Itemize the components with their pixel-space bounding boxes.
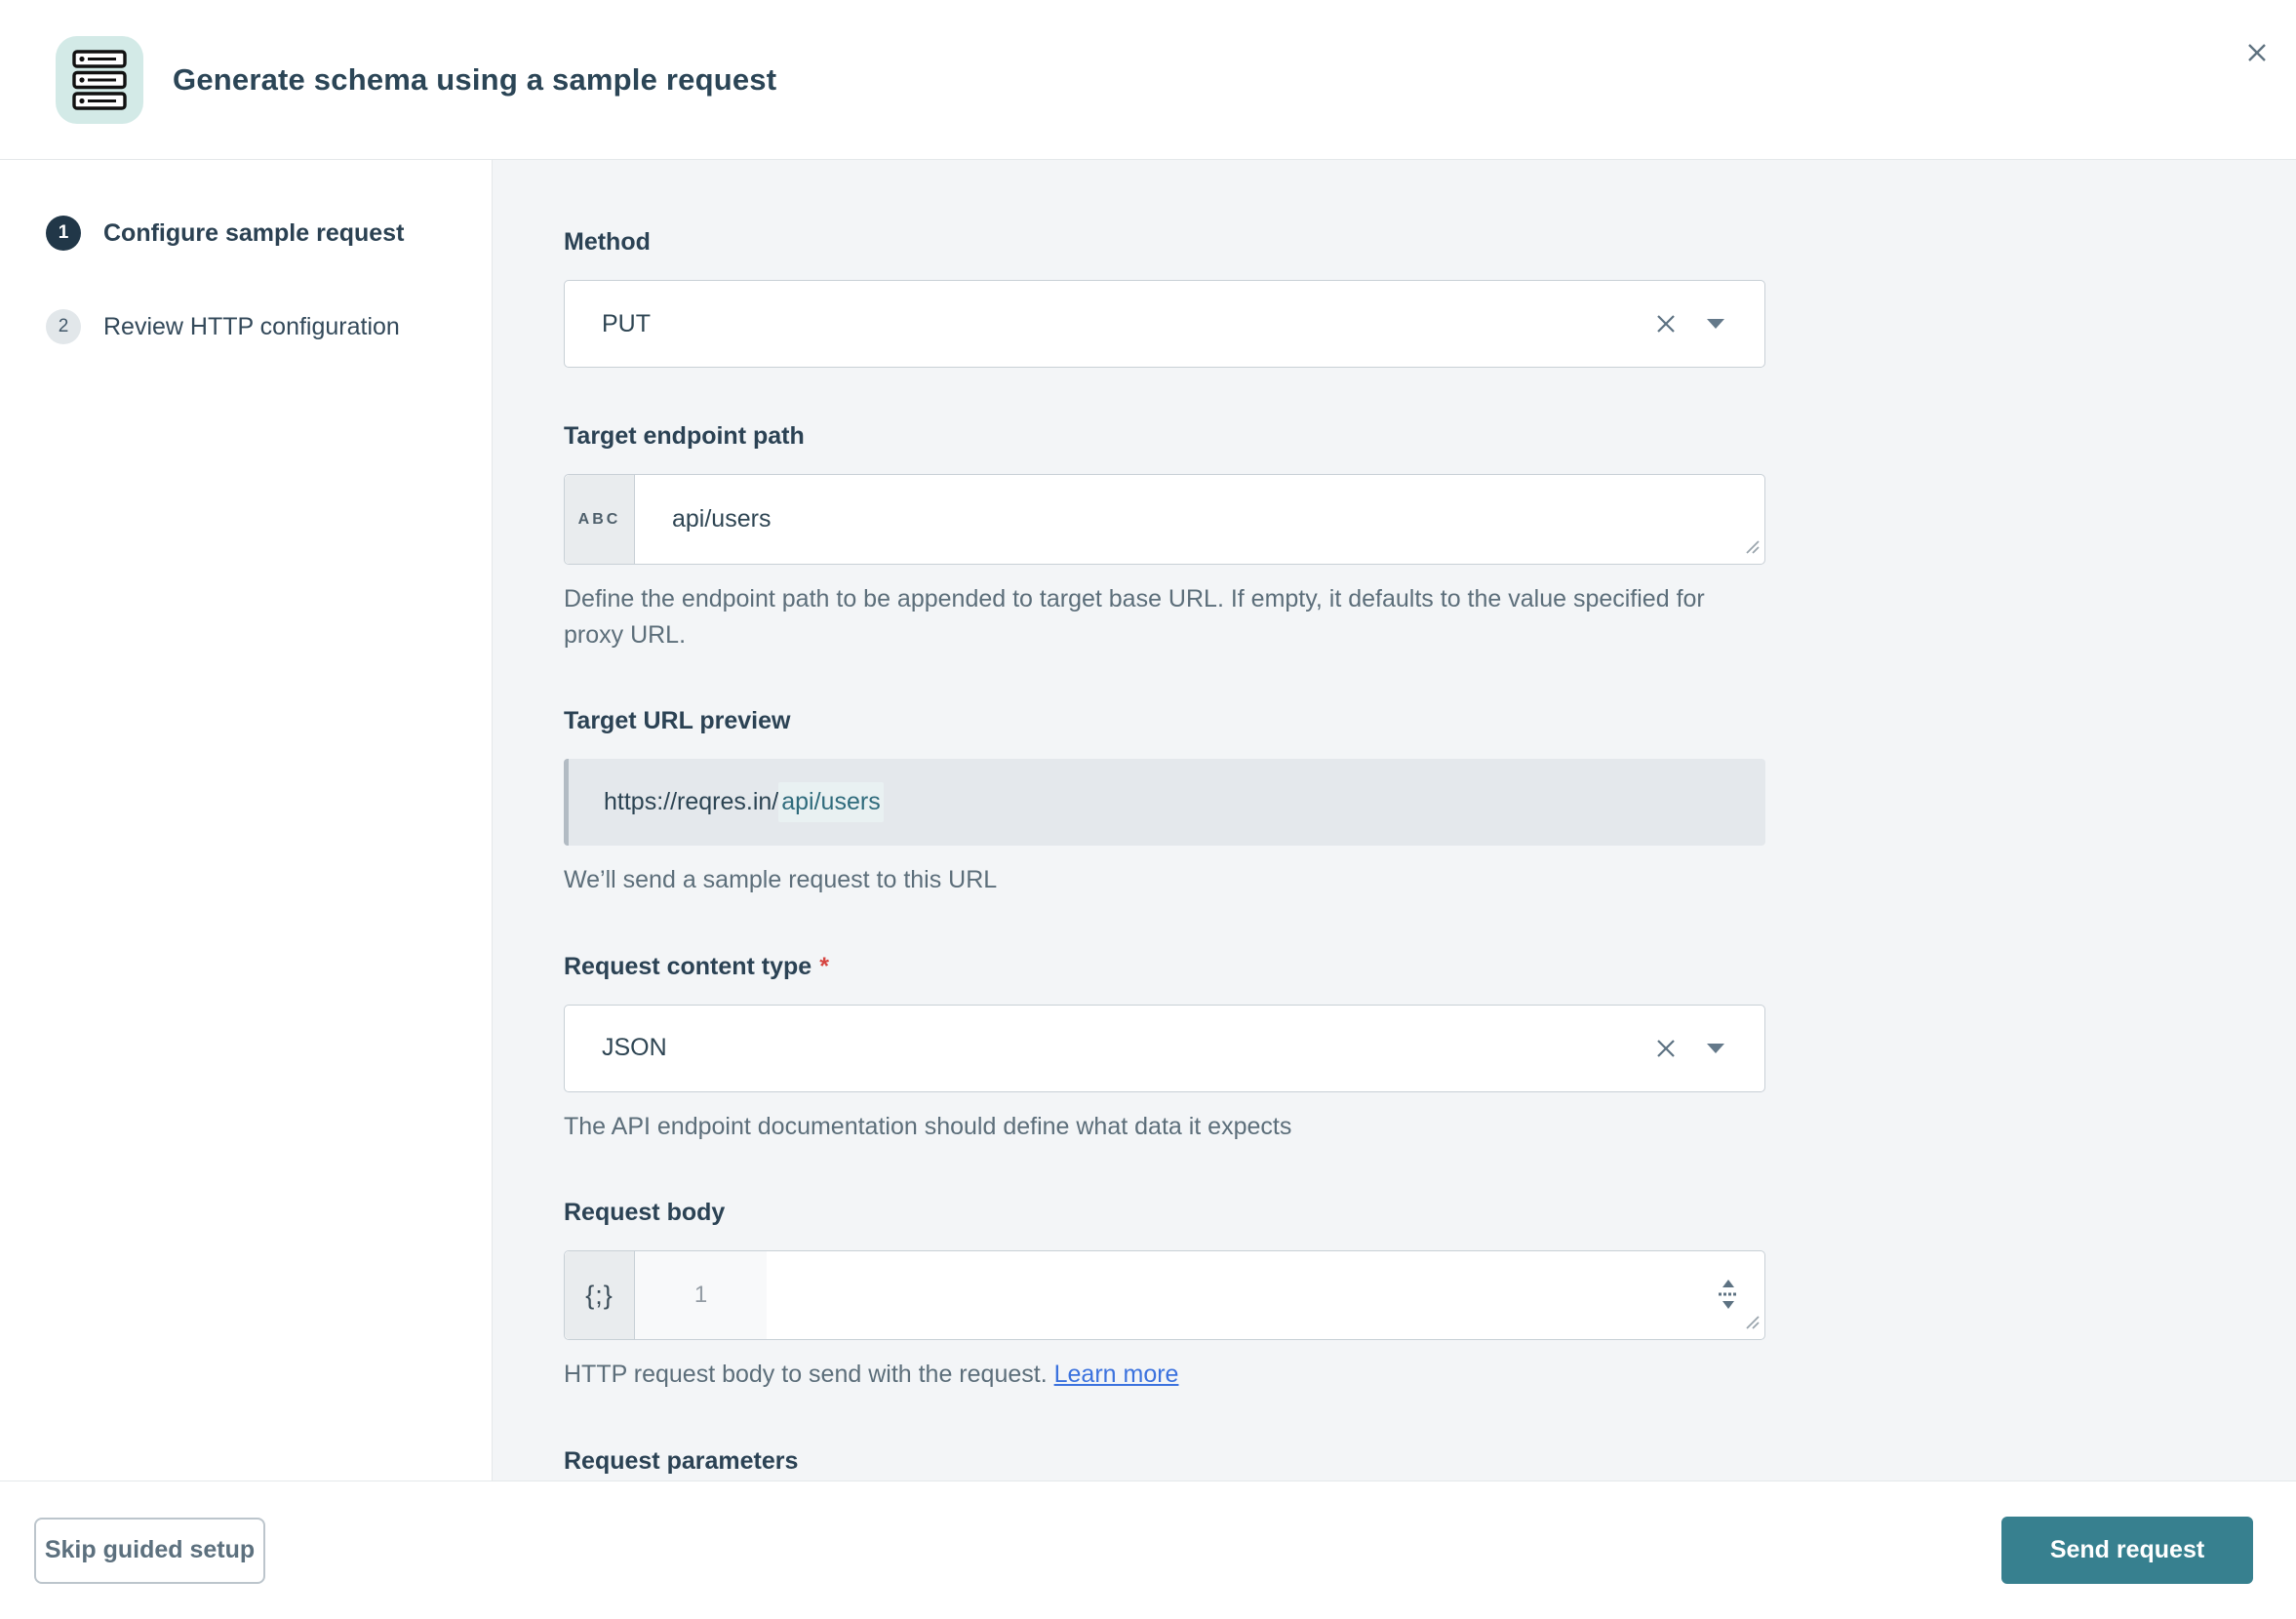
resize-corner-icon[interactable]: [1744, 1314, 1760, 1334]
line-number-gutter: 1: [635, 1251, 767, 1339]
generate-schema-modal: Generate schema using a sample request 1…: [0, 0, 2296, 1619]
json-type-prefix: {;}: [565, 1251, 635, 1339]
step-number-badge: 2: [46, 309, 81, 344]
curly-braces-icon: {;}: [585, 1281, 614, 1311]
method-label: Method: [564, 228, 1765, 257]
content-type-selected-value: JSON: [602, 1034, 667, 1062]
form-panel: Method PUT: [493, 160, 2296, 1481]
close-icon: [2242, 38, 2272, 67]
request-body-code-area[interactable]: [767, 1251, 1764, 1339]
vertical-drag-icon[interactable]: [1716, 1278, 1741, 1313]
schema-icon-badge: [56, 36, 143, 124]
content-type-field-group: Request content type * JSON: [564, 953, 1765, 1145]
step-label: Review HTTP configuration: [103, 313, 400, 341]
url-preview-label: Target URL preview: [564, 707, 1765, 735]
step-review-http-configuration[interactable]: 2 Review HTTP configuration: [0, 309, 492, 344]
close-button[interactable]: [2237, 33, 2276, 72]
text-type-prefix: ABC: [565, 475, 635, 564]
send-request-button[interactable]: Send request: [2001, 1517, 2253, 1584]
modal-footer: Skip guided setup Send request: [0, 1481, 2296, 1619]
request-body-label: Request body: [564, 1199, 1765, 1227]
required-asterisk: *: [819, 953, 829, 981]
learn-more-link[interactable]: Learn more: [1054, 1361, 1179, 1388]
endpoint-path-value: api/users: [635, 475, 1764, 564]
url-preview-help: We’ll send a sample request to this URL: [564, 862, 1734, 898]
steps-sidebar: 1 Configure sample request 2 Review HTTP…: [0, 160, 493, 1481]
method-clear-button[interactable]: [1651, 309, 1681, 338]
url-preview-field-group: Target URL preview https://reqres.in/api…: [564, 707, 1765, 898]
method-selected-value: PUT: [602, 310, 651, 338]
modal-header: Generate schema using a sample request: [0, 0, 2296, 160]
content-type-label: Request content type *: [564, 953, 1765, 981]
request-body-help: HTTP request body to send with the reque…: [564, 1357, 1734, 1393]
endpoint-path-field-group: Target endpoint path ABC api/users Defin…: [564, 422, 1765, 652]
clear-x-icon: [1653, 311, 1679, 336]
content-type-clear-button[interactable]: [1651, 1034, 1681, 1063]
request-parameters-label: Request parameters: [564, 1447, 1765, 1476]
step-number-badge: 1: [46, 216, 81, 251]
step-label: Configure sample request: [103, 219, 404, 248]
line-number: 1: [694, 1282, 707, 1309]
skip-guided-setup-button[interactable]: Skip guided setup: [34, 1518, 265, 1584]
modal-title: Generate schema using a sample request: [173, 62, 776, 98]
method-field-group: Method PUT: [564, 228, 1765, 368]
request-body-editor[interactable]: {;} 1: [564, 1250, 1765, 1340]
resize-corner-icon[interactable]: [1744, 538, 1760, 559]
caret-down-icon[interactable]: [1706, 1043, 1725, 1054]
abc-text-icon: ABC: [578, 511, 621, 529]
endpoint-path-help: Define the endpoint path to be appended …: [564, 581, 1734, 652]
content-type-select[interactable]: JSON: [564, 1005, 1765, 1092]
url-base-text: https://reqres.in/: [604, 788, 778, 816]
request-parameters-field-group: Request parameters: [564, 1447, 1765, 1476]
endpoint-path-label: Target endpoint path: [564, 422, 1765, 451]
server-stack-icon: [71, 49, 128, 111]
url-preview-field: https://reqres.in/api/users: [564, 759, 1765, 846]
url-highlight-text: api/users: [778, 782, 883, 822]
step-configure-sample-request[interactable]: 1 Configure sample request: [0, 216, 492, 251]
clear-x-icon: [1653, 1036, 1679, 1061]
caret-down-icon[interactable]: [1706, 318, 1725, 330]
content-type-help: The API endpoint documentation should de…: [564, 1109, 1734, 1145]
modal-body: 1 Configure sample request 2 Review HTTP…: [0, 160, 2296, 1481]
method-select[interactable]: PUT: [564, 280, 1765, 368]
request-body-field-group: Request body {;} 1: [564, 1199, 1765, 1393]
endpoint-path-input[interactable]: ABC api/users: [564, 474, 1765, 565]
